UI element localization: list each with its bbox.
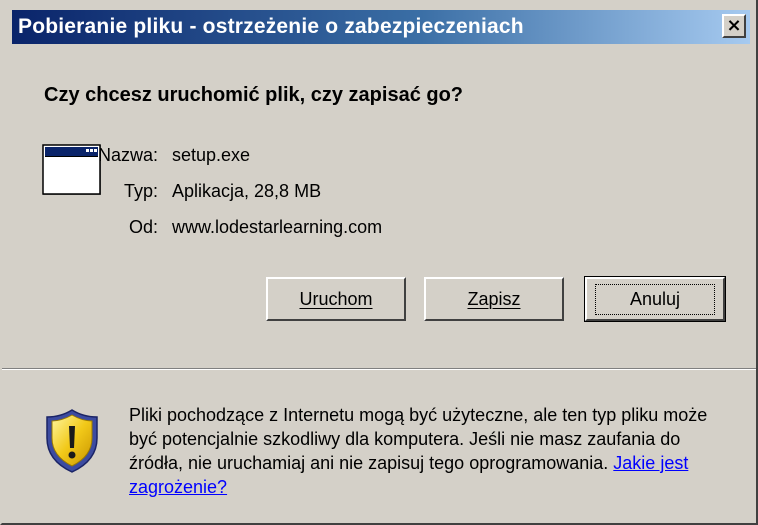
save-button[interactable]: Zapisz — [424, 277, 564, 321]
save-button-label: Zapisz — [467, 288, 521, 309]
file-type-label: Typ: — [123, 181, 158, 201]
cancel-button[interactable]: Anuluj — [584, 276, 726, 322]
run-button-label: Uruchom — [299, 288, 373, 309]
security-warning-dialog: Pobieranie pliku - ostrzeżenie o zabezpi… — [0, 0, 758, 525]
file-source-value: www.lodestarlearning.com — [172, 217, 383, 237]
window-title: Pobieranie pliku - ostrzeżenie o zabezpi… — [18, 15, 524, 38]
section-divider — [2, 368, 756, 370]
close-button[interactable]: × — [722, 14, 746, 38]
file-type-value: Aplikacja, 28,8 MB — [172, 181, 322, 201]
shield-warning-icon — [44, 408, 100, 474]
title-bar[interactable]: Pobieranie pliku - ostrzeżenie o zabezpi… — [12, 10, 750, 44]
cancel-button-label: Anuluj — [594, 283, 716, 315]
close-icon: × — [726, 15, 742, 36]
warning-message: Pliki pochodzące z Internetu mogą być uż… — [129, 403, 729, 499]
file-name-label: Nazwa: — [97, 145, 158, 165]
file-name-value: setup.exe — [172, 145, 251, 165]
run-button[interactable]: Uruchom — [266, 277, 406, 321]
dialog-question: Czy chcesz uruchomić plik, czy zapisać g… — [44, 84, 464, 106]
file-source-label: Od: — [128, 217, 158, 237]
